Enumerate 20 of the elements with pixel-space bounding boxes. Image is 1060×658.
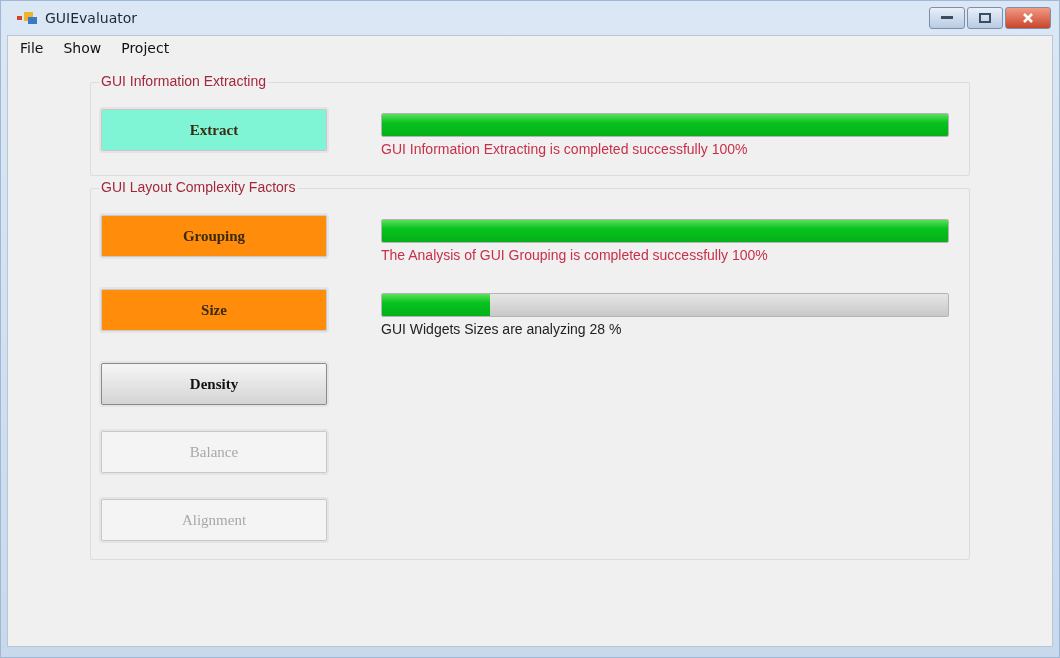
menu-item[interactable]: File xyxy=(10,40,54,60)
app-icon xyxy=(17,11,39,25)
menu-item[interactable]: Show xyxy=(53,40,112,60)
factor-button[interactable]: Grouping xyxy=(101,215,327,257)
factor-button[interactable]: Density xyxy=(101,363,327,405)
status-message: GUI Widgets Sizes are analyzing 28 % xyxy=(381,321,623,337)
menu-item[interactable]: Project xyxy=(111,40,180,60)
close-button[interactable] xyxy=(1005,7,1051,29)
group-title: GUI Information Extracting xyxy=(99,73,268,89)
status-message: GUI Information Extracting is completed successfully 100% xyxy=(381,141,749,157)
factor-button[interactable]: Size xyxy=(101,289,327,331)
status-message: The Analysis of GUI Grouping is completed successfully 100% xyxy=(381,247,769,263)
factor-button[interactable]: Extract xyxy=(101,109,327,151)
close-icon xyxy=(1022,12,1034,24)
window-title: GUIEvaluator xyxy=(45,10,138,26)
minimize-button[interactable] xyxy=(929,7,965,29)
maximize-button[interactable] xyxy=(967,7,1003,29)
group-title: GUI Layout Complexity Factors xyxy=(99,179,298,195)
minimize-icon xyxy=(941,16,953,20)
maximize-icon xyxy=(979,13,991,23)
